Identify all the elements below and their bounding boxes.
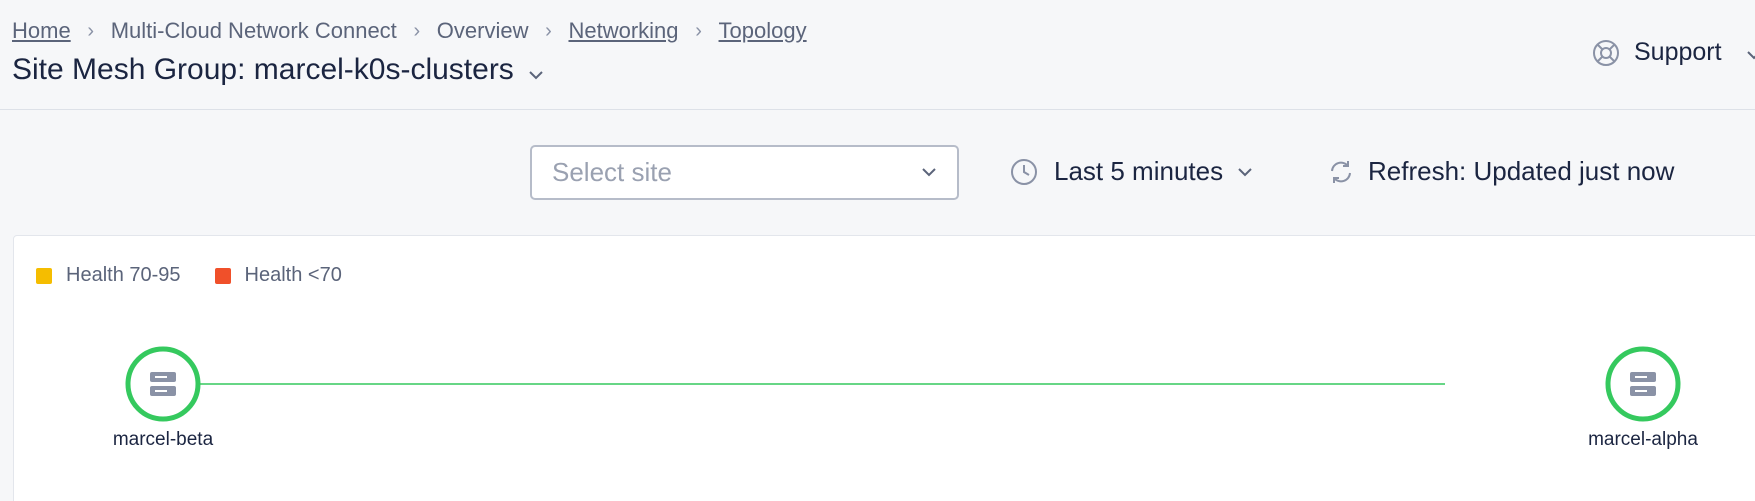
time-range-picker[interactable]: Last 5 minutes	[1010, 156, 1253, 187]
breadcrumb-overview: Overview	[436, 18, 529, 43]
support-button[interactable]: Support	[1592, 38, 1755, 67]
node-label-marcel-beta[interactable]: marcel-beta	[113, 429, 213, 451]
refresh-button[interactable]: Refresh: Updated just now	[1326, 156, 1674, 187]
node-status-ring	[125, 346, 201, 422]
site-select-placeholder: Select site	[552, 157, 672, 187]
chevron-down-icon	[528, 54, 544, 88]
breadcrumb-home[interactable]: Home	[12, 18, 71, 44]
chevron-right-icon: ›	[413, 19, 421, 42]
breadcrumb-networking[interactable]: Networking	[568, 18, 678, 44]
page-header: Home › Multi-Cloud Network Connect › Ove…	[0, 0, 1755, 110]
page-title: Site Mesh Group: marcel-k0s-clusters	[12, 53, 514, 86]
support-label: Support	[1634, 38, 1722, 66]
chevron-right-icon: ›	[545, 19, 552, 42]
node-label-marcel-alpha[interactable]: marcel-alpha	[1588, 429, 1698, 451]
topology-graph	[125, 346, 1681, 422]
chevron-right-icon: ›	[695, 19, 702, 42]
topology-panel: Health 70-95 Health <70 marcel-beta marc…	[13, 235, 1755, 501]
chevron-down-icon	[1746, 38, 1755, 67]
time-range-label: Last 5 minutes	[1054, 156, 1224, 186]
chevron-right-icon: ›	[87, 19, 95, 42]
refresh-icon	[1326, 157, 1356, 187]
breadcrumb-product: Multi-Cloud Network Connect	[110, 18, 397, 43]
clock-icon	[1010, 158, 1038, 186]
lifebuoy-icon	[1592, 39, 1620, 67]
breadcrumb-topology[interactable]: Topology	[719, 18, 807, 44]
breadcrumb: Home › Multi-Cloud Network Connect › Ove…	[12, 18, 807, 44]
refresh-label: Refresh: Updated just now	[1368, 156, 1675, 186]
page-title-dropdown[interactable]: Site Mesh Group: marcel-k0s-clusters	[12, 52, 544, 88]
site-select[interactable]: Select site	[530, 145, 959, 200]
toolbar: Select site Last 5 minutes Refresh: Upda…	[0, 110, 1755, 235]
node-marcel-alpha[interactable]	[1605, 346, 1681, 422]
node-marcel-beta[interactable]	[125, 346, 201, 422]
chevron-down-icon	[1237, 167, 1253, 177]
chevron-down-icon	[921, 164, 937, 182]
node-status-ring	[1605, 346, 1681, 422]
